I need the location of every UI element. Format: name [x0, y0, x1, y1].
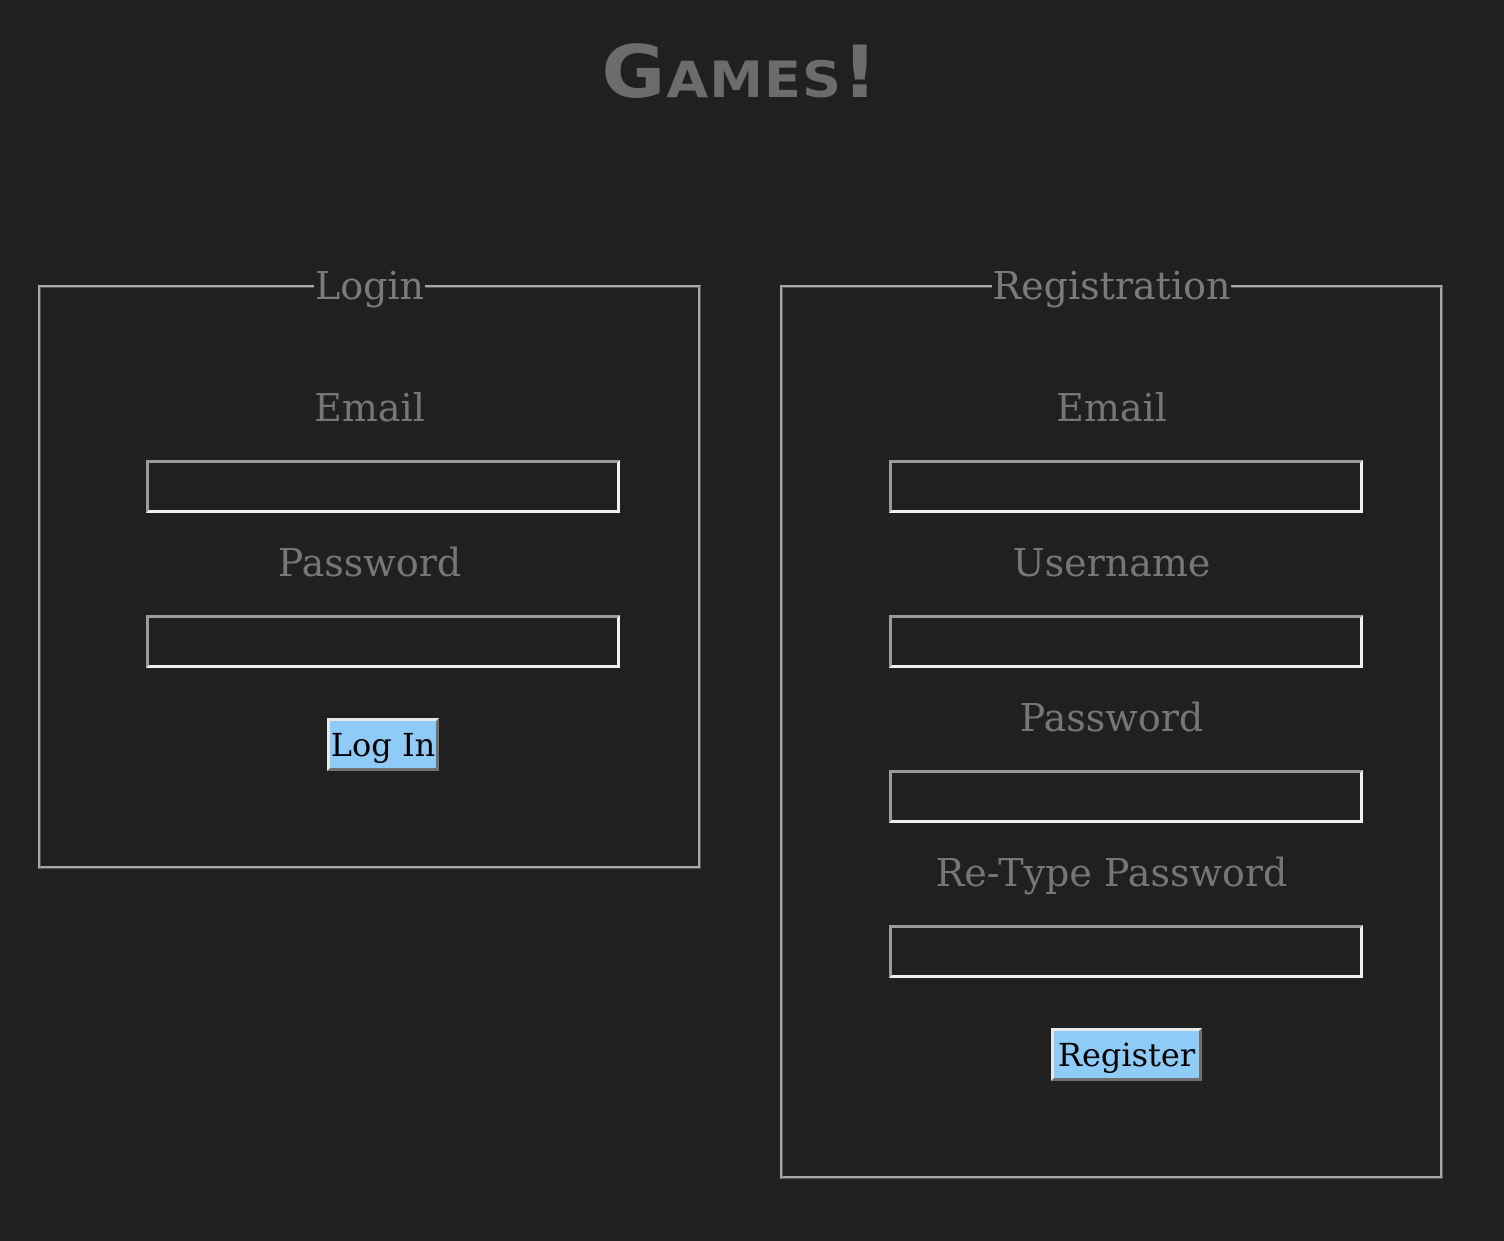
register-email-input[interactable] [889, 460, 1363, 513]
login-legend-text: Login [313, 264, 426, 308]
registration-legend: Registration [783, 264, 1440, 308]
register-password-label: Password [1019, 696, 1204, 740]
login-password-input[interactable] [146, 615, 620, 668]
register-retype-password-input[interactable] [889, 925, 1363, 978]
register-button[interactable]: Register [1051, 1028, 1202, 1081]
register-username-input[interactable] [889, 615, 1363, 668]
login-email-input[interactable] [146, 460, 620, 513]
login-panel: Login Email Password Log In [38, 264, 701, 869]
registration-legend-text: Registration [991, 264, 1232, 308]
registration-panel: Registration Email Username Password Re-… [780, 264, 1443, 1179]
login-button[interactable]: Log In [327, 718, 439, 771]
register-password-input[interactable] [889, 770, 1363, 823]
login-legend: Login [41, 264, 698, 308]
register-email-label: Email [1056, 386, 1167, 430]
register-retype-password-label: Re-Type Password [935, 851, 1288, 895]
register-username-label: Username [1012, 541, 1211, 585]
login-email-label: Email [314, 386, 425, 430]
page-title: Games! [601, 30, 879, 114]
login-password-label: Password [277, 541, 462, 585]
